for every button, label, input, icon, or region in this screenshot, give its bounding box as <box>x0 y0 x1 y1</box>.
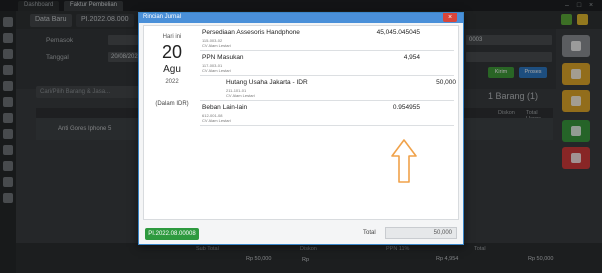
entry-account-sub: CV Alam Lestari <box>226 93 255 98</box>
entry-account-name: PPN Masukan <box>202 54 244 61</box>
entry-debit: 0.954955 <box>392 104 420 111</box>
entry-account-sub: CV Alam Lestari <box>202 118 231 123</box>
date-day-label: Hari ini <box>162 34 182 40</box>
entry-credit: 50,000 <box>436 79 456 86</box>
entry-divider <box>200 75 454 76</box>
entry-debit: 4,954 <box>403 54 420 61</box>
entry-divider <box>200 100 454 101</box>
journal-total-label: Total <box>363 230 376 236</box>
entry-account-sub: CV Alam Lestari <box>202 43 231 48</box>
entry-account-name: Persediaan Assesoris Handphone <box>202 29 300 36</box>
entry-account-sub: CV Alam Lestari <box>202 68 231 73</box>
transaction-number-button[interactable]: PI.2022.08.00008 <box>145 228 199 240</box>
currency-note: (Dalam IDR) <box>155 101 189 107</box>
entry-divider <box>200 50 454 51</box>
journal-total-value: 50,000 <box>385 227 457 239</box>
dialog-title: Rincian Jurnal <box>139 13 463 23</box>
date-month: Agu <box>163 64 181 75</box>
close-icon[interactable]: × <box>443 13 457 22</box>
entry-divider <box>200 125 454 126</box>
journal-detail-dialog: Rincian Jurnal × Hari ini 20 Agu 2022 (D… <box>138 12 464 245</box>
date-year: 2022 <box>165 79 179 85</box>
entry-account-name: Beban Lain-lain <box>202 104 248 111</box>
entry-debit: 45,045.045045 <box>376 29 420 36</box>
journal-body: Hari ini 20 Agu 2022 (Dalam IDR) Persedi… <box>143 25 459 220</box>
arrow-up-icon <box>391 139 417 183</box>
entry-account-name: Hutang Usaha Jakarta - IDR <box>226 79 308 86</box>
date-day: 20 <box>161 42 183 62</box>
